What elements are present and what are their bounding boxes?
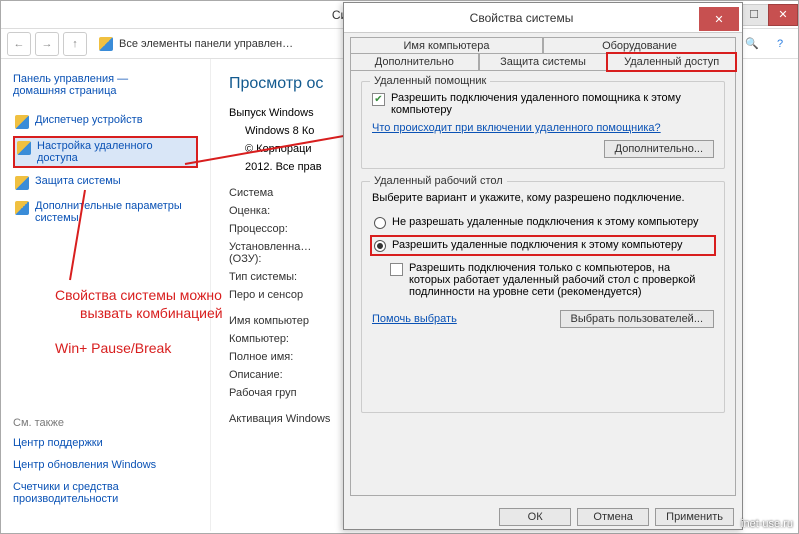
link-windows-update[interactable]: Центр обновления Windows <box>13 459 198 471</box>
cancel-button[interactable]: Отмена <box>577 508 649 526</box>
link-performance-tools[interactable]: Счетчики и средства производительности <box>13 481 198 505</box>
tab-hardware[interactable]: Оборудование <box>543 37 736 54</box>
rating-label: Оценка: <box>229 205 337 217</box>
maximize-button[interactable]: ☐ <box>739 4 769 26</box>
sidebar-link[interactable]: Дополнительные параметры системы <box>35 200 196 224</box>
radio-dont-allow[interactable]: Не разрешать удаленные подключения к это… <box>372 214 714 231</box>
ram-label: Установленна… (ОЗУ): <box>229 241 337 265</box>
shield-icon <box>15 201 29 215</box>
annotation-line3: Win+ Pause/Break <box>55 340 171 356</box>
allow-remote-assistance-checkbox[interactable] <box>372 93 385 106</box>
tab-advanced[interactable]: Дополнительно <box>350 53 479 71</box>
nla-checkbox[interactable] <box>390 263 403 276</box>
sidebar-link[interactable]: Диспетчер устройств <box>35 114 143 126</box>
remote-desktop-intro: Выберите вариант и укажите, кому разреше… <box>372 192 714 204</box>
shield-icon <box>15 176 29 190</box>
select-users-button[interactable]: Выбрать пользователей... <box>560 310 715 328</box>
radio-icon <box>374 217 386 229</box>
up-button[interactable]: ↑ <box>63 32 87 56</box>
sidebar-item-remote-settings[interactable]: Настройка удаленного доступа <box>13 136 198 168</box>
sidebar-item-system-protection[interactable]: Защита системы <box>13 172 198 193</box>
close-button[interactable]: ✕ <box>768 4 798 26</box>
search-icon[interactable]: 🔍 <box>740 37 764 50</box>
control-panel-icon <box>99 37 113 51</box>
full-name-label: Полное имя: <box>229 351 337 363</box>
help-icon[interactable]: ? <box>768 38 792 50</box>
edition-label: Выпуск Windows <box>229 107 314 119</box>
workgroup-label: Рабочая груп <box>229 387 337 399</box>
watermark: inet-use.ru <box>741 518 793 530</box>
shield-icon <box>17 141 31 155</box>
sidebar-item-device-manager[interactable]: Диспетчер устройств <box>13 111 198 132</box>
system-type-label: Тип системы: <box>229 271 337 283</box>
remote-assistance-advanced-button[interactable]: Дополнительно... <box>604 140 714 158</box>
dialog-titlebar: Свойства системы ✕ <box>344 3 742 33</box>
nla-checkbox-label: Разрешить подключения только с компьютер… <box>409 262 714 298</box>
radio-allow-label: Разрешить удаленные подключения к этому … <box>392 239 683 251</box>
sidebar-item-advanced-settings[interactable]: Дополнительные параметры системы <box>13 197 198 227</box>
dialog-close-button[interactable]: ✕ <box>699 7 739 31</box>
system-properties-dialog: Свойства системы ✕ Имя компьютера Оборуд… <box>343 2 743 530</box>
sidebar-link[interactable]: Настройка удаленного доступа <box>37 140 194 164</box>
help-choose-link[interactable]: Помочь выбрать <box>372 313 457 325</box>
remote-desktop-group: Удаленный рабочий стол Выберите вариант … <box>361 181 725 413</box>
group-title-remote-desktop: Удаленный рабочий стол <box>370 175 507 187</box>
tab-computer-name[interactable]: Имя компьютера <box>350 37 543 54</box>
radio-dont-allow-label: Не разрешать удаленные подключения к это… <box>392 216 699 228</box>
dialog-title: Свойства системы <box>344 11 699 25</box>
tab-remote[interactable]: Удаленный доступ <box>607 53 736 71</box>
description-label: Описание: <box>229 369 337 381</box>
radio-icon <box>374 240 386 252</box>
see-also-heading: См. также <box>13 417 198 429</box>
remote-assistance-help-link[interactable]: Что происходит при включении удаленного … <box>372 122 661 134</box>
breadcrumb-text: Все элементы панели управлен… <box>119 38 293 50</box>
sidebar-link[interactable]: Защита системы <box>35 175 121 187</box>
radio-allow[interactable]: Разрешить удаленные подключения к этому … <box>372 237 714 254</box>
processor-label: Процессор: <box>229 223 337 235</box>
control-panel-home-link[interactable]: Панель управления —домашняя страница <box>13 73 128 97</box>
shield-icon <box>15 115 29 129</box>
forward-button[interactable]: → <box>35 32 59 56</box>
link-action-center[interactable]: Центр поддержки <box>13 437 198 449</box>
annotation-line1: Свойства системы можно <box>55 287 222 303</box>
computer-label: Компьютер: <box>229 333 337 345</box>
remote-assistance-group: Удаленный помощник Разрешить подключения… <box>361 81 725 169</box>
back-button[interactable]: ← <box>7 32 31 56</box>
ok-button[interactable]: ОК <box>499 508 571 526</box>
apply-button[interactable]: Применить <box>655 508 734 526</box>
pen-touch-label: Перо и сенсор <box>229 289 337 301</box>
annotation-line2: вызвать комбинацией <box>80 305 223 321</box>
tab-system-protection[interactable]: Защита системы <box>479 53 608 71</box>
allow-remote-assistance-label: Разрешить подключения удаленного помощни… <box>391 92 714 116</box>
group-title-remote-assistance: Удаленный помощник <box>370 75 490 87</box>
